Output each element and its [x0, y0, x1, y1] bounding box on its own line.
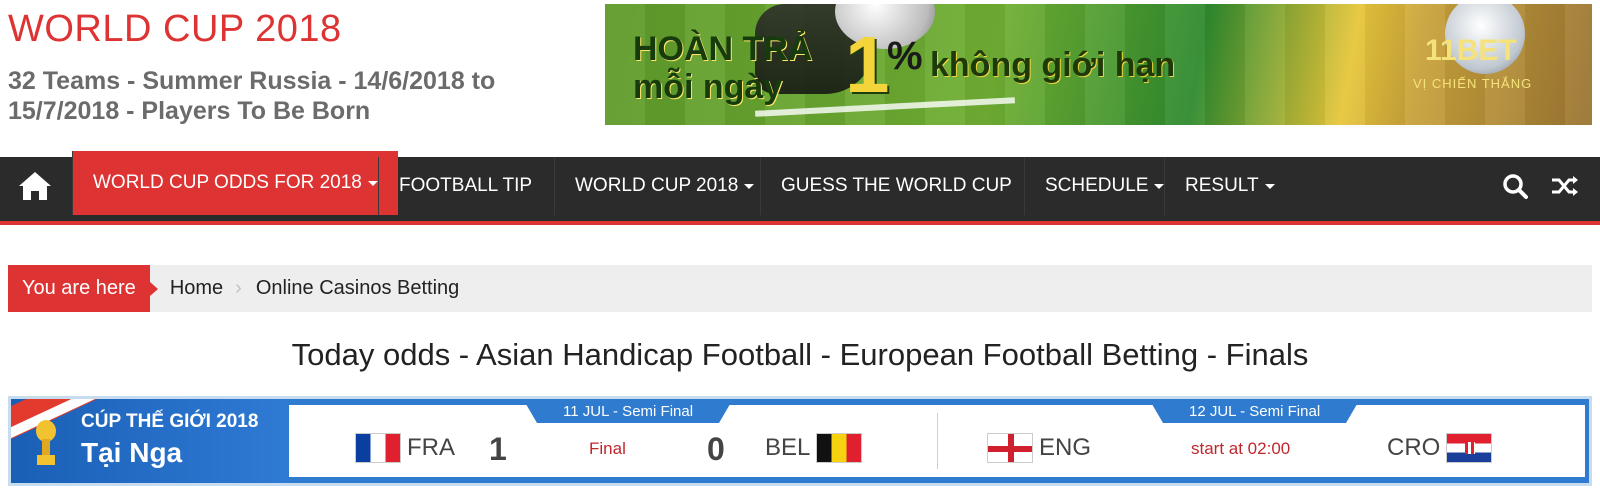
logo-subtitle: Tại Nga: [81, 437, 183, 468]
nav-item-label: FOOTBALL TIP: [399, 175, 533, 196]
random-shuffle-icon[interactable]: [1550, 173, 1580, 199]
chevron-down-icon: [1264, 183, 1275, 189]
banner-unlimited-text: không giới hạn: [930, 46, 1176, 84]
chevron-down-icon: [744, 183, 755, 189]
breadcrumb-label: You are here: [8, 265, 158, 312]
search-icon[interactable]: [1502, 173, 1528, 199]
nav-home-link[interactable]: [0, 157, 70, 215]
site-header: WORLD CUP 2018 32 Teams - Summer Russia …: [0, 0, 1600, 157]
ad-banner[interactable]: HOÀN TRẢ mỗi ngày 1 % không giới hạn 11B…: [605, 4, 1592, 125]
nav-tools: [1502, 157, 1580, 215]
nav-item-world-cup-2018[interactable]: WORLD CUP 2018: [554, 157, 774, 215]
page-title: Today odds - Asian Handicap Football - E…: [291, 337, 1309, 372]
nav-item-label: SCHEDULE: [1045, 175, 1149, 196]
nav-item-schedule[interactable]: SCHEDULE: [1024, 157, 1184, 215]
away-team-code: BEL: [765, 434, 811, 461]
banner-line2: mỗi ngày: [633, 68, 783, 106]
banner-brand-logo: 11BET: [1425, 34, 1517, 67]
croatia-flag-icon: [1446, 433, 1493, 463]
site-title[interactable]: WORLD CUP 2018: [8, 8, 342, 51]
logo-title: CÚP THẾ GIỚI 2018: [81, 411, 259, 432]
nav-item-label: WORLD CUP 2018: [575, 175, 739, 196]
away-team-code: CRO: [1387, 434, 1441, 461]
england-flag-icon: [987, 433, 1033, 463]
live-scores-widget: CÚP THẾ GIỚI 2018 Tại Nga 11 JUL - Semi …: [8, 396, 1592, 486]
nav-item-world-cup-odds[interactable]: WORLD CUP ODDS FOR 2018: [72, 151, 398, 215]
main-nav: WORLD CUP ODDS FOR 2018 FOOTBALL TIP WOR…: [0, 151, 1600, 225]
breadcrumb-home-link[interactable]: Home: [170, 277, 223, 300]
match-card[interactable]: 12 JUL - Semi Final ENG start at 02:00 C…: [937, 399, 1585, 477]
banner-line1: HOÀN TRẢ: [633, 30, 813, 68]
banner-percent-number: 1: [845, 20, 890, 109]
home-team-code: ENG: [1039, 434, 1092, 461]
match-stage: 11 JUL - Semi Final: [522, 399, 734, 423]
belgium-flag-icon: [816, 433, 863, 463]
trophy-icon: [36, 420, 56, 465]
site-tagline: 32 Teams - Summer Russia - 14/6/2018 to …: [8, 67, 496, 125]
match-stage: 12 JUL - Semi Final: [1148, 399, 1361, 423]
away-score: 0: [707, 431, 725, 467]
match-scores: 11 JUL - Semi Final FRA 1 Final 0 BEL 12…: [289, 399, 1585, 477]
chevron-right-icon: ›: [235, 277, 242, 299]
home-icon: [19, 172, 51, 200]
nav-item-football-tip[interactable]: FOOTBALL TIP: [378, 157, 552, 215]
away-team: CRO: [1387, 433, 1493, 463]
nav-item-guess-world-cup[interactable]: GUESS THE WORLD CUP: [760, 157, 1032, 215]
nav-item-label: RESULT: [1185, 175, 1259, 196]
home-score: 1: [489, 431, 507, 467]
match-status: start at 02:00: [1191, 439, 1291, 458]
match-status: Final: [589, 439, 626, 458]
france-flag-icon: [355, 433, 401, 463]
banner-brand-slogan: VỊ CHIẾN THẮNG: [1413, 76, 1533, 91]
home-team: FRA: [355, 433, 455, 463]
breadcrumb: You are here Home › Online Casinos Betti…: [8, 265, 1592, 312]
world-cup-logo: CÚP THẾ GIỚI 2018 Tại Nga: [11, 399, 286, 483]
home-team-code: FRA: [407, 434, 455, 461]
nav-item-result[interactable]: RESULT: [1164, 157, 1295, 215]
home-team: ENG: [987, 433, 1091, 463]
banner-percent-sign: %: [887, 34, 923, 78]
nav-item-label: WORLD CUP ODDS FOR 2018: [93, 172, 362, 193]
nav-item-label: GUESS THE WORLD CUP: [781, 175, 1012, 196]
match-card[interactable]: 11 JUL - Semi Final FRA 1 Final 0 BEL: [289, 399, 937, 477]
chevron-down-icon: [367, 180, 378, 186]
banner-promo-text: HOÀN TRẢ mỗi ngày: [633, 30, 812, 106]
chevron-down-icon: [1154, 183, 1165, 189]
away-team: BEL: [765, 433, 863, 463]
breadcrumb-current: Online Casinos Betting: [255, 277, 460, 299]
